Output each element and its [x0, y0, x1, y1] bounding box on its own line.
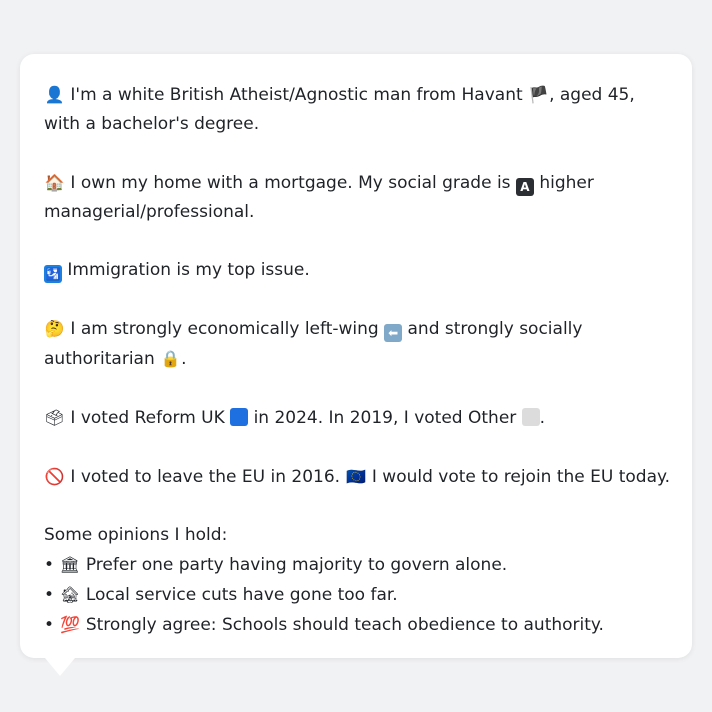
classical-building-icon: 🏛	[59, 555, 81, 574]
list-item: • 🏚 Local service cuts have gone too far…	[44, 580, 672, 610]
speech-bubble-tail	[40, 652, 80, 676]
eu-flag-icon: 🇪🇺	[346, 467, 366, 486]
voting-text-cont: in 2024. In 2019, I voted Other	[253, 408, 517, 428]
ballot-box-icon: 🗳	[44, 408, 65, 427]
voting-paragraph: 🗳 I voted Reform UK in 2024. In 2019, I …	[44, 403, 672, 433]
other-colour-swatch	[521, 408, 540, 426]
top-issue-text: Immigration is my top issue.	[67, 260, 310, 280]
bullet: •	[44, 555, 55, 575]
identity-paragraph: 👤 I'm a white British Atheist/Agnostic m…	[44, 80, 672, 139]
opinion-text: Prefer one party having majority to gove…	[85, 555, 508, 575]
brexit-paragraph: 🚫 I voted to leave the EU in 2016. 🇪🇺 I …	[44, 462, 672, 492]
lock-icon: 🔒	[160, 349, 181, 368]
voting-text: I voted Reform UK	[70, 408, 225, 428]
brexit-text: I voted to leave the EU in 2016.	[70, 467, 341, 487]
bullet: •	[44, 585, 55, 605]
opinions-heading: Some opinions I hold:	[44, 525, 228, 545]
england-flag-icon: 🏴	[528, 85, 549, 104]
housing-text: I own my home with a mortgage. My social…	[70, 173, 511, 193]
ideology-paragraph: 🤔 I am strongly economically left-wing ⬅…	[44, 314, 672, 374]
opinion-text: Strongly agree: Schools should teach obe…	[85, 615, 604, 635]
opinion-text: Local service cuts have gone too far.	[85, 585, 398, 605]
top-issue-paragraph: 🛂 Immigration is my top issue.	[44, 256, 672, 285]
thinking-face-icon: 🤔	[44, 319, 65, 338]
reform-colour-swatch	[230, 408, 249, 426]
identity-text: I'm a white British Atheist/Agnostic man…	[70, 85, 523, 105]
prohibited-icon: 🚫	[44, 467, 65, 486]
opinions-list: • 🏛 Prefer one party having majority to …	[44, 550, 672, 640]
passport-control-icon: 🛂	[44, 265, 62, 283]
grade-a-icon: A	[515, 178, 534, 196]
derelict-house-icon: 🏚	[59, 585, 81, 604]
hundred-points-icon: 💯	[59, 615, 80, 634]
list-item: • 🏛 Prefer one party having majority to …	[44, 550, 672, 580]
persona-message-card: 👤 I'm a white British Atheist/Agnostic m…	[20, 54, 692, 658]
list-item: • 💯 Strongly agree: Schools should teach…	[44, 610, 672, 640]
house-icon: 🏠	[44, 173, 65, 192]
voting-text-end: .	[539, 408, 546, 428]
brexit-text-cont: I would vote to rejoin the EU today.	[371, 467, 671, 487]
ideology-text-end: .	[181, 349, 187, 369]
person-icon: 👤	[44, 85, 65, 104]
opinions-section: Some opinions I hold: • 🏛 Prefer one par…	[44, 521, 672, 640]
ideology-text: I am strongly economically left-wing	[70, 319, 379, 339]
housing-paragraph: 🏠 I own my home with a mortgage. My soci…	[44, 168, 672, 227]
left-arrow-icon: ⬅	[384, 324, 403, 342]
bullet: •	[44, 615, 55, 635]
